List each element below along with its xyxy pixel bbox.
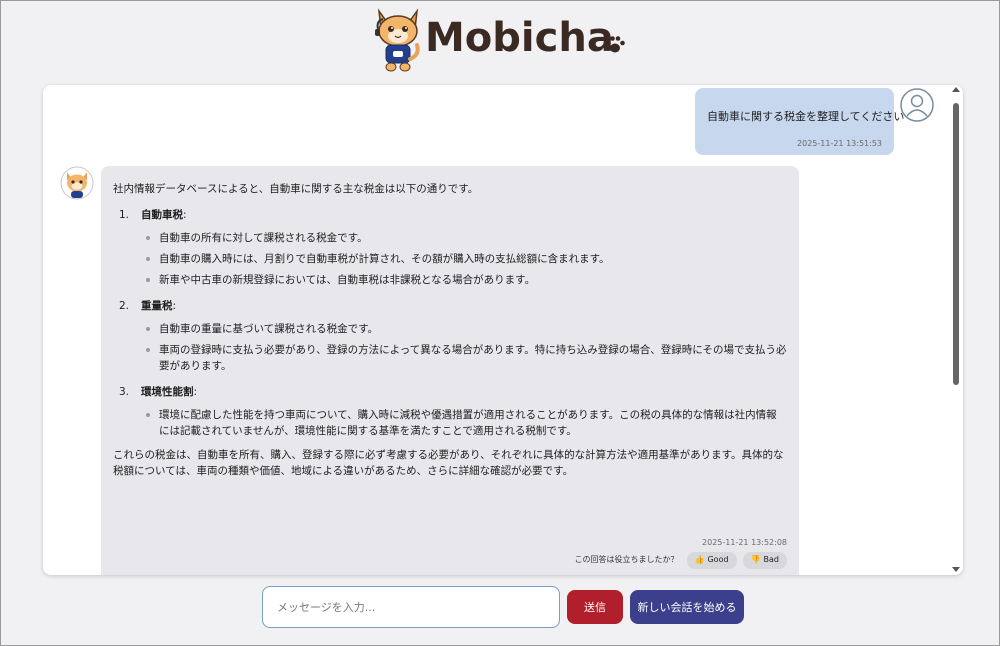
bullet-list: 環境に配慮した性能を持つ車両について、購入時に減税や優遇措置が適用されることがあ…	[113, 407, 787, 440]
section-heading: 自動車税	[141, 209, 183, 222]
section-title: 1. 自動車税:	[113, 207, 787, 223]
scroll-down-arrow-icon[interactable]	[952, 567, 960, 572]
good-label: Good	[707, 555, 729, 565]
feedback-question: この回答は役立ちましたか？	[574, 555, 679, 565]
section-number: 3.	[119, 386, 130, 399]
list-item: 新車や中古車の新規登録においては、自動車税は非課税となる場合があります。	[146, 272, 787, 288]
thumbs-up-icon: 👍	[694, 555, 705, 565]
cat-avatar-icon	[60, 166, 94, 200]
thumbs-down-icon: 👎	[750, 555, 761, 565]
user-message-text: 自動車に関する税金を整理してください	[707, 110, 905, 123]
send-button[interactable]: 送信	[567, 590, 623, 624]
section-colon: :	[183, 209, 187, 222]
message-input[interactable]	[262, 586, 560, 628]
good-button[interactable]: 👍 Good	[686, 552, 737, 569]
section-number: 2.	[119, 300, 130, 313]
bot-message-bubble: 社内情報データベースによると、自動車に関する主な税金は以下の通りです。 1. 自動…	[101, 166, 799, 575]
list-item: 環境に配慮した性能を持つ車両について、購入時に減税や優遇措置が適用されることがあ…	[146, 407, 787, 440]
feedback-row: この回答は役立ちましたか？ 👍 Good 👎 Bad	[575, 552, 787, 569]
bad-label: Bad	[763, 555, 779, 565]
section-heading: 重量税	[141, 300, 173, 313]
chat-panel[interactable]: 自動車に関する税金を整理してください 2025-11-21 13:51:53 社…	[43, 85, 963, 575]
bot-message-timestamp: 2025-11-21 13:52:08	[702, 538, 787, 547]
user-message-bubble: 自動車に関する税金を整理してください 2025-11-21 13:51:53	[695, 88, 905, 155]
new-chat-button[interactable]: 新しい会話を始める	[630, 590, 744, 624]
section-number: 1.	[119, 209, 130, 222]
paw-icon	[605, 36, 625, 53]
input-bar: 送信 新しい会話を始める	[1, 585, 1000, 631]
list-item: 自動車の所有に対して課税される税金です。	[146, 230, 787, 246]
scrollbar-thumb[interactable]	[953, 103, 959, 385]
list-item: 車両の登録時に支払う必要があり、登録の方法によって異なる場合があります。特に持ち…	[146, 342, 787, 375]
scroll-up-arrow-icon[interactable]	[952, 87, 960, 92]
list-item: 自動車の重量に基づいて課税される税金です。	[146, 321, 787, 337]
bad-button[interactable]: 👎 Bad	[742, 552, 787, 569]
app-title: Mobicha	[425, 15, 614, 61]
section-colon: :	[193, 386, 198, 399]
list-item: 自動車の購入時には、月割りで自動車税が計算され、その額が購入時の支払総額に含まれ…	[146, 251, 787, 267]
user-message-timestamp: 2025-11-21 13:51:53	[797, 139, 882, 148]
bot-closing-text: これらの税金は、自動車を所有、購入、登録する際に必ず考慮する必要があり、それぞれ…	[113, 449, 784, 478]
section-title: 2. 重量税:	[113, 298, 787, 314]
bot-intro-text: 社内情報データベースによると、自動車に関する主な税金は以下の通りです。	[113, 183, 479, 195]
section-colon: :	[172, 300, 177, 313]
chat-scrollbar[interactable]	[949, 85, 963, 575]
user-avatar-icon	[900, 88, 934, 122]
cat-mascot-icon	[375, 8, 420, 72]
header: Mobicha	[1, 1, 1000, 81]
section-title: 3. 環境性能割:	[113, 384, 787, 400]
section-heading: 環境性能割	[141, 386, 194, 399]
bullet-list: 自動車の重量に基づいて課税される税金です。 車両の登録時に支払う必要があり、登録…	[113, 321, 787, 375]
bullet-list: 自動車の所有に対して課税される税金です。 自動車の購入時には、月割りで自動車税が…	[113, 230, 787, 289]
